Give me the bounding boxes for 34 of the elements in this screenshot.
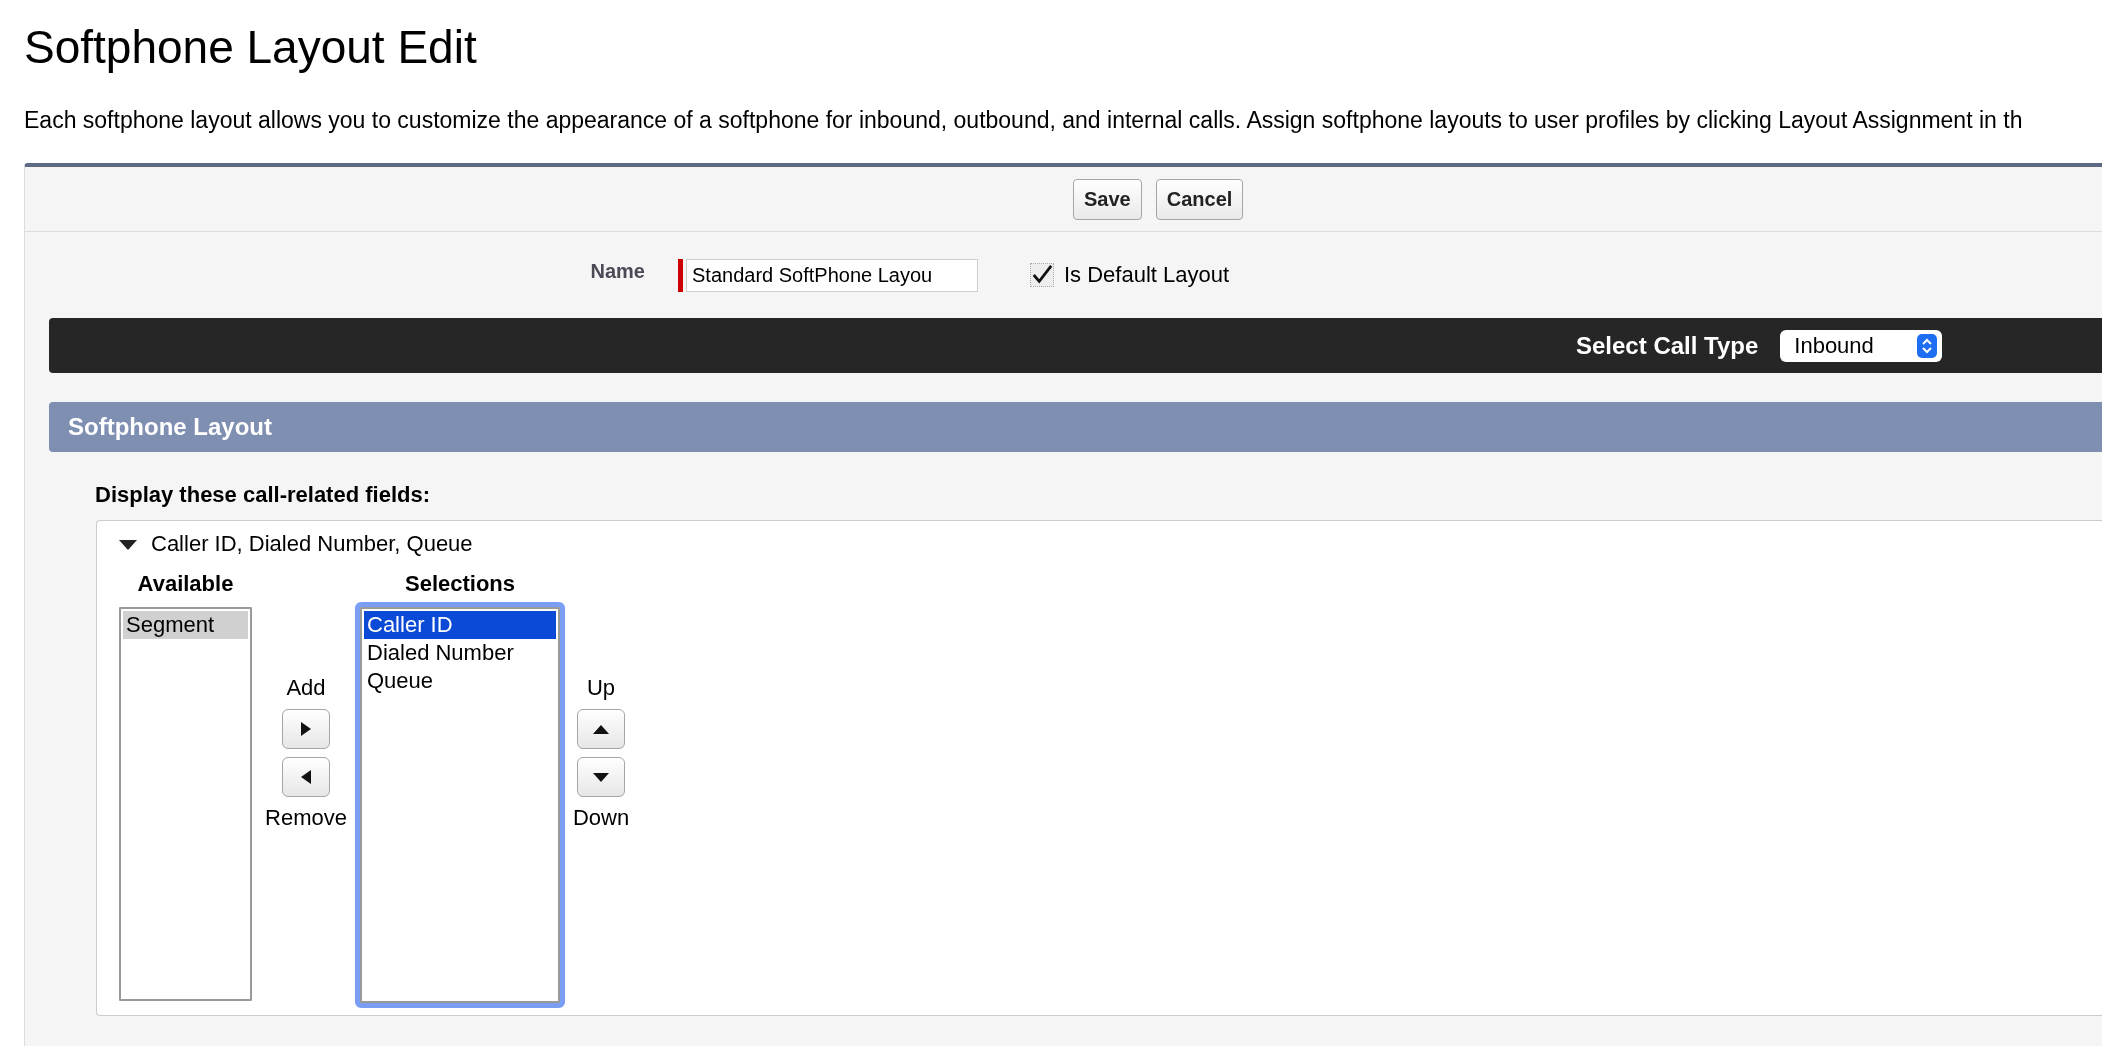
- list-heading: Selections: [404, 571, 515, 597]
- page-description: Each softphone layout allows you to customize the appearance of a softphone for inbound, outbound, and internal calls. Assign softphone layouts to user profiles by clicking Layout Assignment in th: [24, 107, 2024, 133]
- cancel-button[interactable]: Cancel: [1155, 179, 1244, 220]
- left-arrow-button[interactable]: [282, 757, 330, 797]
- triangle-right-icon: [301, 722, 311, 736]
- button-label: Add: [286, 675, 326, 701]
- page-title: Softphone Layout Edit: [24, 20, 478, 74]
- list-box[interactable]: Segment: [119, 607, 252, 1001]
- name-input-field[interactable]: Standard SoftPhone Layou: [686, 258, 978, 292]
- list-option[interactable]: Dialed Number: [364, 639, 556, 667]
- button-label: Remove: [265, 805, 347, 831]
- down-arrow-button[interactable]: [577, 757, 625, 797]
- call-type-label: Select Call Type: [1576, 331, 1759, 360]
- triangle-down-icon: [593, 772, 609, 782]
- field-label: Name: [589, 260, 645, 283]
- list-option[interactable]: Caller ID: [364, 611, 556, 639]
- list-option[interactable]: Queue: [364, 667, 556, 695]
- list-heading: Available: [137, 571, 234, 597]
- disclosure-triangle-icon[interactable]: [119, 538, 137, 550]
- up-arrow-button[interactable]: [577, 709, 625, 749]
- list-option[interactable]: Segment: [123, 611, 248, 639]
- right-arrow-button[interactable]: [282, 709, 330, 749]
- triangle-up-icon: [593, 724, 609, 734]
- stepper-icon: [1917, 333, 1938, 358]
- call-type-select[interactable]: Inbound: [1780, 329, 1943, 362]
- triangle-left-icon: [301, 770, 311, 784]
- section-header: Softphone Layout: [49, 402, 2102, 452]
- button-label: Up: [586, 675, 616, 701]
- fields-label: Display these call-related fields:: [95, 482, 432, 508]
- button-label: Down: [572, 805, 630, 831]
- group-title: Caller ID, Dialed Number, Queue: [151, 531, 473, 557]
- checkbox-label: Is Default Layout: [1064, 262, 1230, 288]
- save-button[interactable]: Save: [1073, 179, 1142, 220]
- checkbox[interactable]: [1030, 263, 1054, 287]
